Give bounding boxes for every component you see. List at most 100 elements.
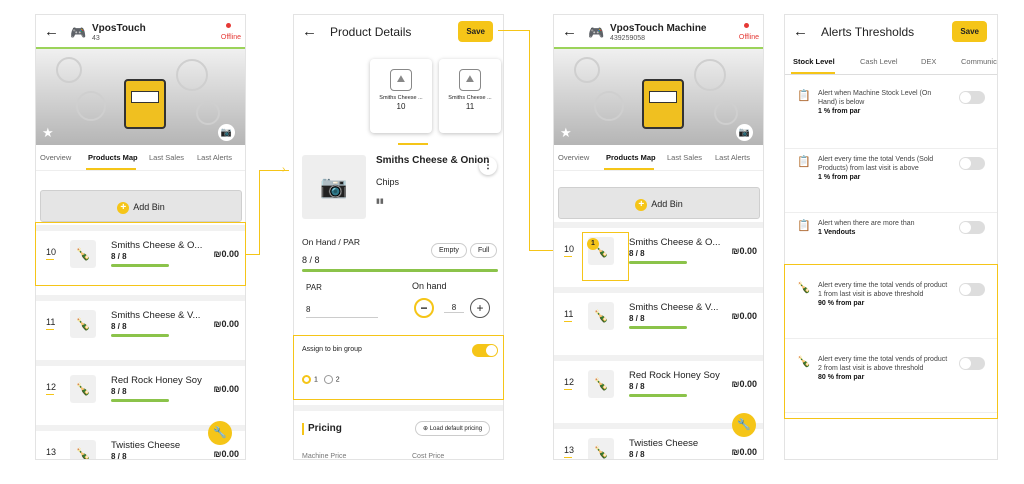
highlight-box [582,232,629,281]
bin-number: 13 [564,445,575,458]
tab-last-sales[interactable]: Last Sales [667,153,702,162]
decor-circle [76,91,106,121]
bin-price: ₪0.00 [213,384,239,394]
alert-icon: 📋 [797,220,811,232]
tab-bar: Overview Products Map Last Sales Last Al… [554,145,763,171]
alert-toggle[interactable] [959,221,985,234]
alert-icon: 📋 [797,90,811,102]
bin-product-name: Twisties Cheese [629,438,699,449]
stock-bar [111,334,169,337]
bottle-icon: 🍾 [70,310,96,338]
tab-dex[interactable]: DEX [921,57,936,66]
thumb-name: Smiths Cheese ... [379,95,423,101]
tab-products-map[interactable]: Products Map [606,153,656,162]
decor-circle [594,91,624,121]
bin-row[interactable]: 11 🍾 Smiths Cheese & V... 8 / 8 ₪0.00 [554,287,763,337]
bin-number: 11 [46,317,56,330]
flow-arrow [529,30,530,250]
camera-icon[interactable]: 📷 [218,124,235,141]
cost-price-label: Cost Price [412,453,445,460]
bin-qty: 8 / 8 [629,314,645,323]
status-text: Offline [738,34,759,41]
divider [294,405,503,411]
bin-product-name: Smiths Cheese & V... [629,302,719,313]
back-button[interactable]: ← [302,23,317,40]
flow-arrow [246,254,260,255]
thumb-value: 10 [396,102,406,111]
bin-qty: 8 / 8 [629,382,645,391]
machine-id: 439259058 [610,35,646,42]
bin-number: 12 [46,382,57,395]
bin-qty: 8 / 8 [111,387,127,396]
product-thumb[interactable]: ⛰ Smiths Cheese ... 11 [439,59,501,133]
wrench-icon[interactable]: 🔧 [208,421,232,445]
star-icon[interactable]: ★ [560,125,572,141]
tab-last-alerts[interactable]: Last Alerts [197,153,232,162]
save-button[interactable]: Save [952,21,987,42]
header: ← Product Details Save [294,15,503,49]
image-icon: ⛰ [390,69,412,91]
tab-last-alerts[interactable]: Last Alerts [715,153,750,162]
camera-icon[interactable]: 📷 [736,124,753,141]
tab-overview[interactable]: Overview [40,153,71,162]
on-hand-input[interactable]: 8 [444,303,464,313]
tab-indicator [604,168,654,170]
bin-price: ₪0.00 [731,447,757,457]
plus-icon: + [635,199,648,211]
wrench-icon[interactable]: 🔧 [732,413,756,437]
bin-row[interactable]: 11 🍾 Smiths Cheese & V... 8 / 8 ₪0.00 [36,295,245,345]
gamepad-icon: 🎮 [588,25,605,40]
machine-id: 43 [92,35,100,42]
back-button[interactable]: ← [793,23,808,40]
tab-stock-level[interactable]: Stock Level [793,57,835,66]
page-title: Alerts Thresholds [821,25,915,39]
back-button[interactable]: ← [562,23,577,40]
thumb-indicator [398,143,428,145]
bin-row[interactable]: 12 🍾 Red Rock Honey Soy 8 / 8 ₪0.00 [554,355,763,405]
full-button[interactable]: Full [470,243,498,258]
product-thumb[interactable]: ⛰ Smiths Cheese ... 10 [370,59,432,133]
save-button[interactable]: Save [458,21,493,42]
alert-toggle[interactable] [959,157,985,170]
star-icon[interactable]: ★ [42,125,54,141]
add-photo-icon[interactable]: 📷 [302,155,366,219]
alert-text: Alert every time the total Vends (Sold P… [818,156,934,181]
tab-cash-level[interactable]: Cash Level [860,57,898,66]
bin-qty: 8 / 8 [629,450,645,459]
tab-products-map[interactable]: Products Map [88,153,138,162]
add-bin-label: Add Bin [651,199,683,209]
alert-text: Alert when there are more than 1 Vendouts [818,220,915,236]
add-bin-button[interactable]: + Add Bin [558,187,760,219]
decor-circle [694,59,726,91]
alert-toggle[interactable] [959,91,985,104]
tab-overview[interactable]: Overview [558,153,589,162]
tab-communication[interactable]: Communic [961,57,997,66]
stock-bar [629,261,687,264]
pricing-title: Pricing [308,423,342,434]
product-category: Chips [376,177,400,187]
add-bin-button[interactable]: + Add Bin [40,190,242,222]
highlight-box [293,335,504,400]
section-marker [302,423,304,435]
plus-icon: + [117,202,130,214]
highlight-box [35,222,246,286]
bin-number: 13 [46,447,57,457]
minus-button[interactable]: − [414,298,434,318]
bottle-icon: 🍾 [588,438,614,459]
product-name: Smiths Cheese & Onion [376,155,490,166]
back-button[interactable]: ← [44,23,59,40]
more-icon[interactable]: ⋮ [479,157,497,175]
empty-button[interactable]: Empty [431,243,467,258]
bin-row[interactable]: 12 🍾 Red Rock Honey Soy 8 / 8 ₪0.00 [36,360,245,410]
add-bin-label: Add Bin [133,202,165,212]
highlight-box [784,264,998,419]
par-input[interactable]: 8 [306,305,378,318]
load-default-pricing-button[interactable]: ⊕ Load default pricing [415,421,491,436]
plus-button[interactable]: + [470,298,490,318]
tab-last-sales[interactable]: Last Sales [149,153,184,162]
flow-arrow [259,170,260,255]
alert-row: 📋 Alert when Machine Stock Level (On Han… [785,85,997,149]
slot-machine-icon [124,79,166,129]
bin-product-name: Red Rock Honey Soy [111,375,202,386]
bin-qty: 8 / 8 [629,249,645,258]
